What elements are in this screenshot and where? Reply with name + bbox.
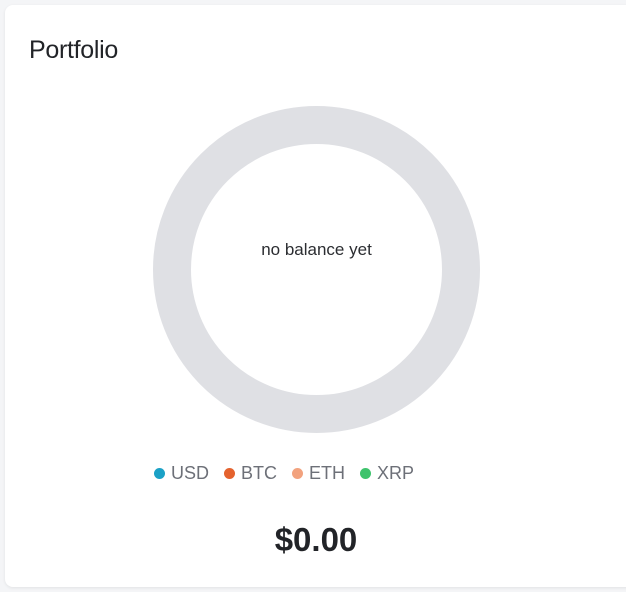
- donut-empty-ring: [153, 106, 480, 433]
- usd-dot-icon: [154, 468, 165, 479]
- portfolio-donut-chart: no balance yet: [153, 106, 480, 433]
- legend-label-xrp: XRP: [377, 463, 415, 483]
- legend-item-btc[interactable]: BTC: [224, 463, 277, 484]
- legend-item-usd[interactable]: USD: [154, 463, 209, 484]
- legend-label-eth: ETH: [309, 463, 346, 483]
- legend-item-xrp[interactable]: XRP: [360, 463, 414, 484]
- portfolio-card: Portfolio no balance yet USD BTC ETH XRP…: [5, 5, 626, 587]
- chart-legend: USD BTC ETH XRP: [154, 463, 414, 484]
- empty-balance-message: no balance yet: [261, 240, 372, 259]
- legend-item-eth[interactable]: ETH: [292, 463, 345, 484]
- btc-dot-icon: [224, 468, 236, 479]
- legend-label-btc: BTC: [241, 463, 278, 483]
- xrp-dot-icon: [360, 468, 372, 479]
- legend-label-usd: USD: [171, 463, 210, 483]
- portfolio-total-value: $0.00: [274, 521, 358, 558]
- card-title: Portfolio: [29, 36, 119, 64]
- eth-dot-icon: [292, 468, 304, 479]
